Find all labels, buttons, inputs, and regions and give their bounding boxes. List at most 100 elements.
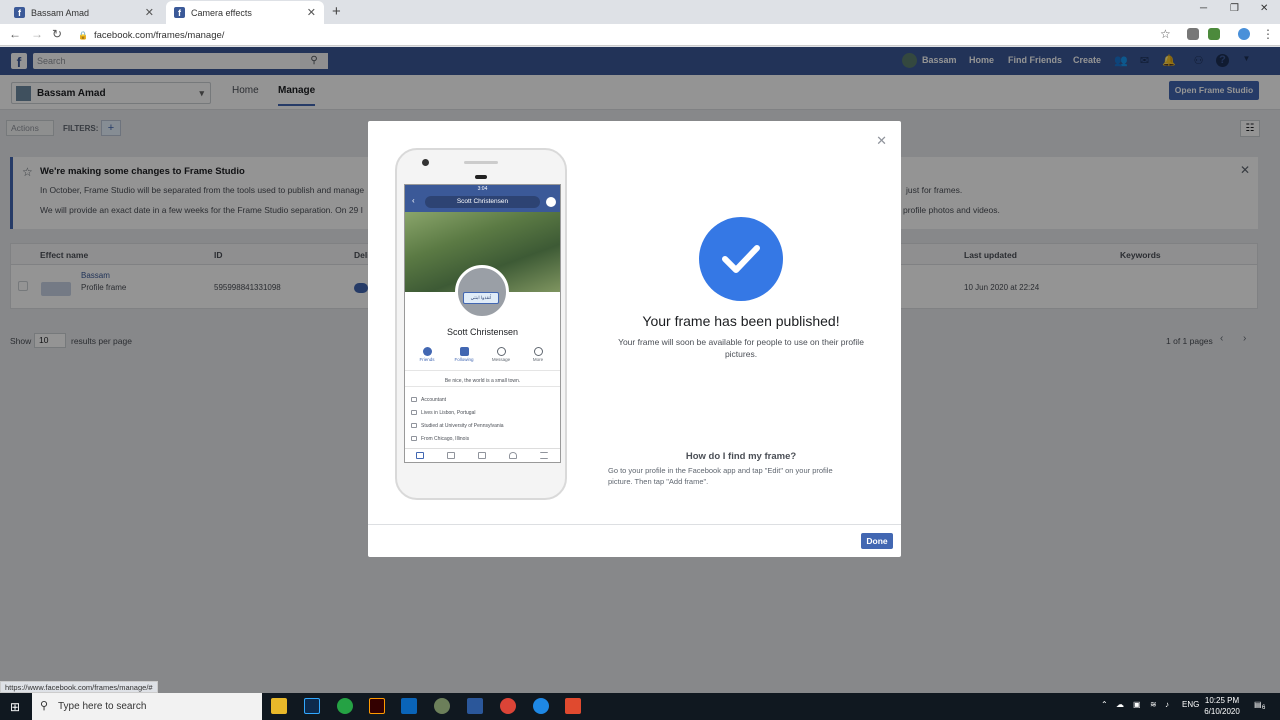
profile-frame-overlay: أنقذوا ابنتي (463, 292, 499, 304)
status-bar-url: https://www.facebook.com/frames/manage/# (0, 681, 158, 693)
search-icon: ⚲ (40, 700, 49, 712)
message-label: Message (491, 357, 511, 362)
new-tab-icon[interactable]: + (332, 3, 341, 20)
extension-icon[interactable] (1187, 28, 1199, 40)
extension-icon[interactable] (1208, 28, 1220, 40)
forward-icon[interactable]: → (31, 27, 43, 41)
more-action: More (520, 347, 556, 362)
message-icon (496, 347, 506, 356)
done-button[interactable]: Done (861, 533, 893, 549)
more-icon (533, 347, 543, 356)
friends-action: Friends (409, 347, 445, 362)
close-icon[interactable]: ✕ (876, 133, 887, 149)
following-action: Following (446, 347, 482, 362)
app-icon[interactable] (565, 698, 581, 714)
tray-app-icon[interactable]: ▣ (1133, 700, 1141, 709)
reload-icon[interactable]: ↻ (52, 27, 62, 41)
news-feed-icon (416, 452, 424, 459)
back-icon[interactable]: ← (9, 27, 21, 41)
chrome-icon[interactable] (500, 698, 516, 714)
file-explorer-icon[interactable] (271, 698, 287, 714)
briefcase-icon (411, 397, 417, 402)
info-item: From Chicago, Illinois (411, 436, 469, 442)
info-text: Lives in Lisbon, Portugal (421, 410, 476, 416)
restore-icon[interactable]: ❐ (1230, 3, 1239, 14)
following-icon (459, 347, 469, 356)
message-action: Message (483, 347, 519, 362)
phone-screen: 3:04 ‹ Scott Christensen أنقذوا ابنتي Sc… (404, 184, 561, 463)
close-tab-icon[interactable]: ✕ (307, 6, 316, 19)
success-check-icon (699, 217, 783, 301)
profile-picture: أنقذوا ابنتي (455, 265, 509, 319)
wifi-icon[interactable]: ≋ (1150, 700, 1157, 709)
info-item: Studied at University of Pennsylvania (411, 423, 504, 429)
messenger-icon (546, 197, 556, 207)
back-icon: ‹ (412, 196, 415, 205)
graduation-icon (411, 423, 417, 428)
facebook-favicon-icon: f (14, 7, 25, 18)
marketplace-icon (478, 452, 486, 459)
help-question: How do I find my frame? (685, 451, 797, 462)
edge-icon[interactable] (533, 698, 549, 714)
close-window-icon[interactable]: ✕ (1260, 3, 1268, 14)
browser-tab-bassam[interactable]: f Bassam Amad ✕ (6, 1, 162, 24)
address-bar: ← → ↻ 🔒 facebook.com/frames/manage/ ☆ ⋮ (0, 24, 1280, 46)
phone-camera (422, 159, 429, 166)
help-answer: Go to your profile in the Facebook app a… (608, 466, 833, 486)
divider (405, 386, 560, 387)
taskbar-search-placeholder: Type here to search (58, 701, 147, 712)
profile-name: Scott Christensen (446, 327, 519, 337)
bookmark-star-icon[interactable]: ☆ (1160, 27, 1171, 41)
browser-tab-bar: f Bassam Amad ✕ f Camera effects ✕ + ─ ❐… (0, 0, 1280, 24)
info-item: Accountant (411, 397, 446, 403)
dialog-footer: Done (368, 524, 901, 557)
lock-icon: 🔒 (78, 30, 88, 40)
word-icon[interactable] (467, 698, 483, 714)
friends-label: Friends (419, 357, 435, 362)
profile-avatar-icon[interactable] (1238, 28, 1250, 40)
profile-actions: Friends Following Message More (405, 347, 560, 371)
profile-bio: Be nice, the world is a small town. (444, 378, 521, 384)
tab-title: Bassam Amad (31, 7, 90, 18)
frame-published-dialog: ✕ 3:04 ‹ Scott Christensen أنقذوا ابنتي … (368, 121, 901, 557)
phone-search-pill: Scott Christensen (425, 196, 540, 208)
phone-status-bar: 3:04 (405, 185, 560, 193)
info-text: Accountant (421, 397, 447, 403)
notifications-icon (509, 452, 517, 459)
notification-center-icon[interactable]: ▤ (1254, 700, 1262, 709)
clock-time: 10:25 PM (1204, 696, 1240, 705)
onedrive-icon[interactable]: ☁ (1116, 700, 1124, 709)
taskbar-search-input[interactable]: ⚲ Type here to search (32, 693, 262, 720)
phone-tab-bar (405, 448, 560, 462)
close-tab-icon[interactable]: ✕ (145, 6, 154, 19)
watch-icon (447, 452, 455, 459)
menu-dots-icon[interactable]: ⋮ (1262, 27, 1274, 41)
volume-icon[interactable]: ♪ (1165, 700, 1169, 709)
browser-tab-camera-effects[interactable]: f Camera effects ✕ (166, 1, 324, 24)
whatsapp-icon[interactable] (337, 698, 353, 714)
photoshop-icon[interactable] (304, 698, 320, 714)
info-text: From Chicago, Illinois (421, 436, 470, 442)
minimize-icon[interactable]: ─ (1200, 3, 1207, 14)
info-item: Lives in Lisbon, Portugal (411, 410, 475, 416)
illustrator-icon[interactable] (369, 698, 385, 714)
info-text: Studied at University of Pennsylvania (421, 423, 504, 429)
clock-date: 6/10/2020 (1204, 707, 1240, 716)
notification-count: 6 (1262, 705, 1266, 711)
app-icon[interactable] (434, 698, 450, 714)
dialog-description: Your frame will soon be available for pe… (618, 337, 864, 359)
phone-nav-bar: ‹ Scott Christensen (405, 193, 560, 212)
taskbar-clock[interactable]: 10:25 PM 6/10/2020 (1196, 695, 1248, 717)
outlook-icon[interactable] (401, 698, 417, 714)
phone-speaker (464, 161, 498, 164)
url-field[interactable]: 🔒 facebook.com/frames/manage/ (78, 27, 1158, 43)
phone-sensor (475, 175, 487, 179)
following-label: Following (454, 357, 474, 362)
windows-start-icon[interactable]: ⊞ (10, 700, 20, 714)
phone-preview: 3:04 ‹ Scott Christensen أنقذوا ابنتي Sc… (395, 148, 567, 500)
tray-chevron-icon[interactable]: ⌃ (1101, 700, 1108, 709)
windows-taskbar: ⊞ ⚲ Type here to search ⌃ ☁ ▣ ≋ ♪ ENG 10… (0, 693, 1280, 720)
menu-icon (540, 452, 548, 459)
home-icon (411, 410, 417, 415)
more-label: More (532, 357, 544, 362)
